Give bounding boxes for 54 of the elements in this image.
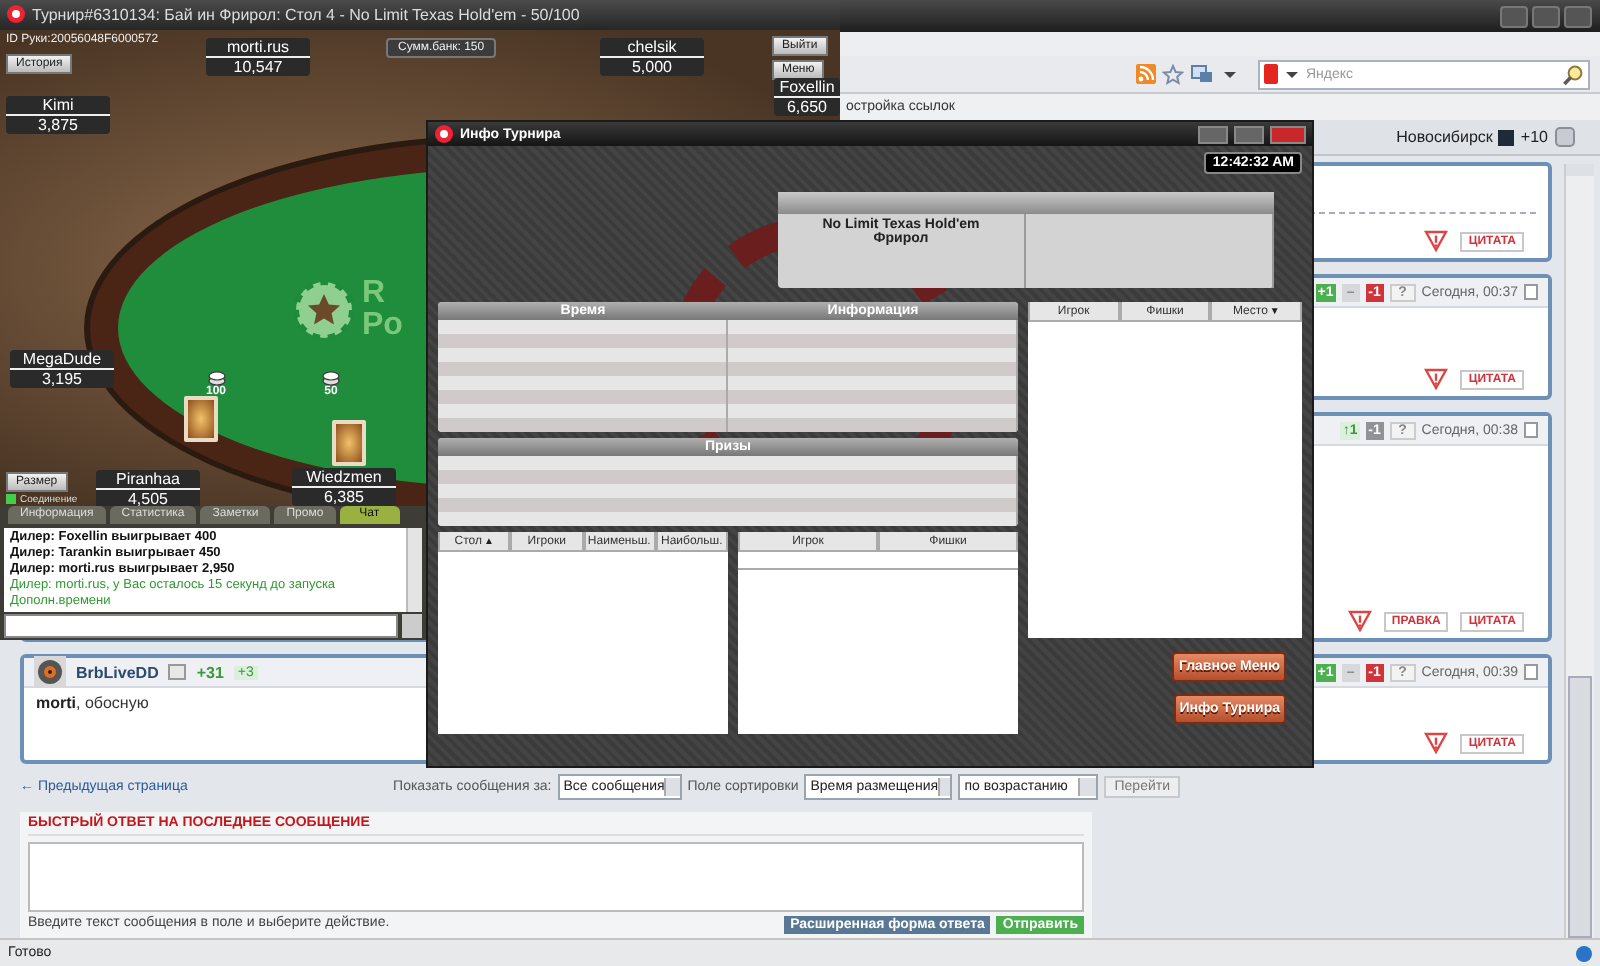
city-label: Новосибирск xyxy=(1396,128,1493,146)
profile-icon[interactable] xyxy=(168,664,187,680)
minimize-button[interactable] xyxy=(1500,5,1528,27)
rss-icon[interactable] xyxy=(1136,64,1156,84)
close-button[interactable] xyxy=(1270,125,1306,143)
avatar-icon[interactable] xyxy=(34,656,66,688)
maximize-button[interactable] xyxy=(1532,5,1560,27)
app-logo-icon xyxy=(434,124,454,144)
report-icon[interactable] xyxy=(1424,230,1449,252)
report-icon[interactable] xyxy=(1424,732,1449,754)
search-icon[interactable] xyxy=(1562,63,1584,85)
post-text: morti, обосную xyxy=(36,694,149,712)
minimize-button[interactable] xyxy=(1198,125,1228,143)
player-stack: 3,875 xyxy=(35,115,81,134)
player-name: Piranhaa xyxy=(96,469,200,490)
chip-stack-icon xyxy=(322,369,340,386)
page-icon[interactable] xyxy=(1524,422,1538,438)
author-link[interactable]: BrbLiveDD xyxy=(76,663,159,681)
maximize-button[interactable] xyxy=(1234,125,1264,143)
chip-stack-icon xyxy=(207,369,225,386)
pages-icon[interactable] xyxy=(1190,64,1214,84)
dropdown-arrow-icon[interactable] xyxy=(1286,71,1298,77)
scroll-thumb[interactable] xyxy=(1568,676,1592,938)
close-button[interactable] xyxy=(1564,5,1592,27)
report-icon[interactable] xyxy=(1424,368,1449,390)
player-name: chelsik xyxy=(600,37,704,58)
page-icon[interactable] xyxy=(1524,284,1538,300)
temperature-label: +10 xyxy=(1520,128,1548,146)
reply-text-area[interactable] xyxy=(28,842,1084,912)
page-icon[interactable] xyxy=(1524,664,1538,680)
player-name: Foxellin xyxy=(774,77,840,98)
chat-input-field[interactable] xyxy=(4,614,398,638)
player-name: MegaDude xyxy=(10,349,114,370)
player-stack: 5,000 xyxy=(629,57,675,76)
table-logo-text: Po xyxy=(362,309,403,342)
player-stack: 6,650 xyxy=(784,97,830,116)
player-stack: 4,505 xyxy=(125,489,171,507)
app-logo-icon xyxy=(6,4,26,25)
dropdown-arrow-icon[interactable] xyxy=(1224,71,1236,77)
scrollbar[interactable] xyxy=(406,528,422,613)
report-icon[interactable] xyxy=(1347,610,1372,632)
settings-icon[interactable] xyxy=(1554,126,1576,148)
reputation-label: +31 xyxy=(196,663,224,681)
player-name: morti.rus xyxy=(206,37,310,58)
scrollbar[interactable] xyxy=(1564,164,1594,938)
player-stack: 3,195 xyxy=(39,369,85,388)
window-title: Турнир#6310134: Бай ин Фрирол: Стол 4 - No Limit Texas Hold'em - 50/100 xyxy=(32,5,580,24)
table-logo-text: R xyxy=(362,277,388,310)
player-stack: 6,385 xyxy=(321,487,367,506)
yandex-logo-icon xyxy=(1264,64,1278,84)
player-stack: 10,547 xyxy=(231,57,285,76)
star-icon[interactable] xyxy=(1162,63,1184,85)
chip-logo-icon xyxy=(294,279,354,340)
player-name: Kimi xyxy=(6,95,110,116)
